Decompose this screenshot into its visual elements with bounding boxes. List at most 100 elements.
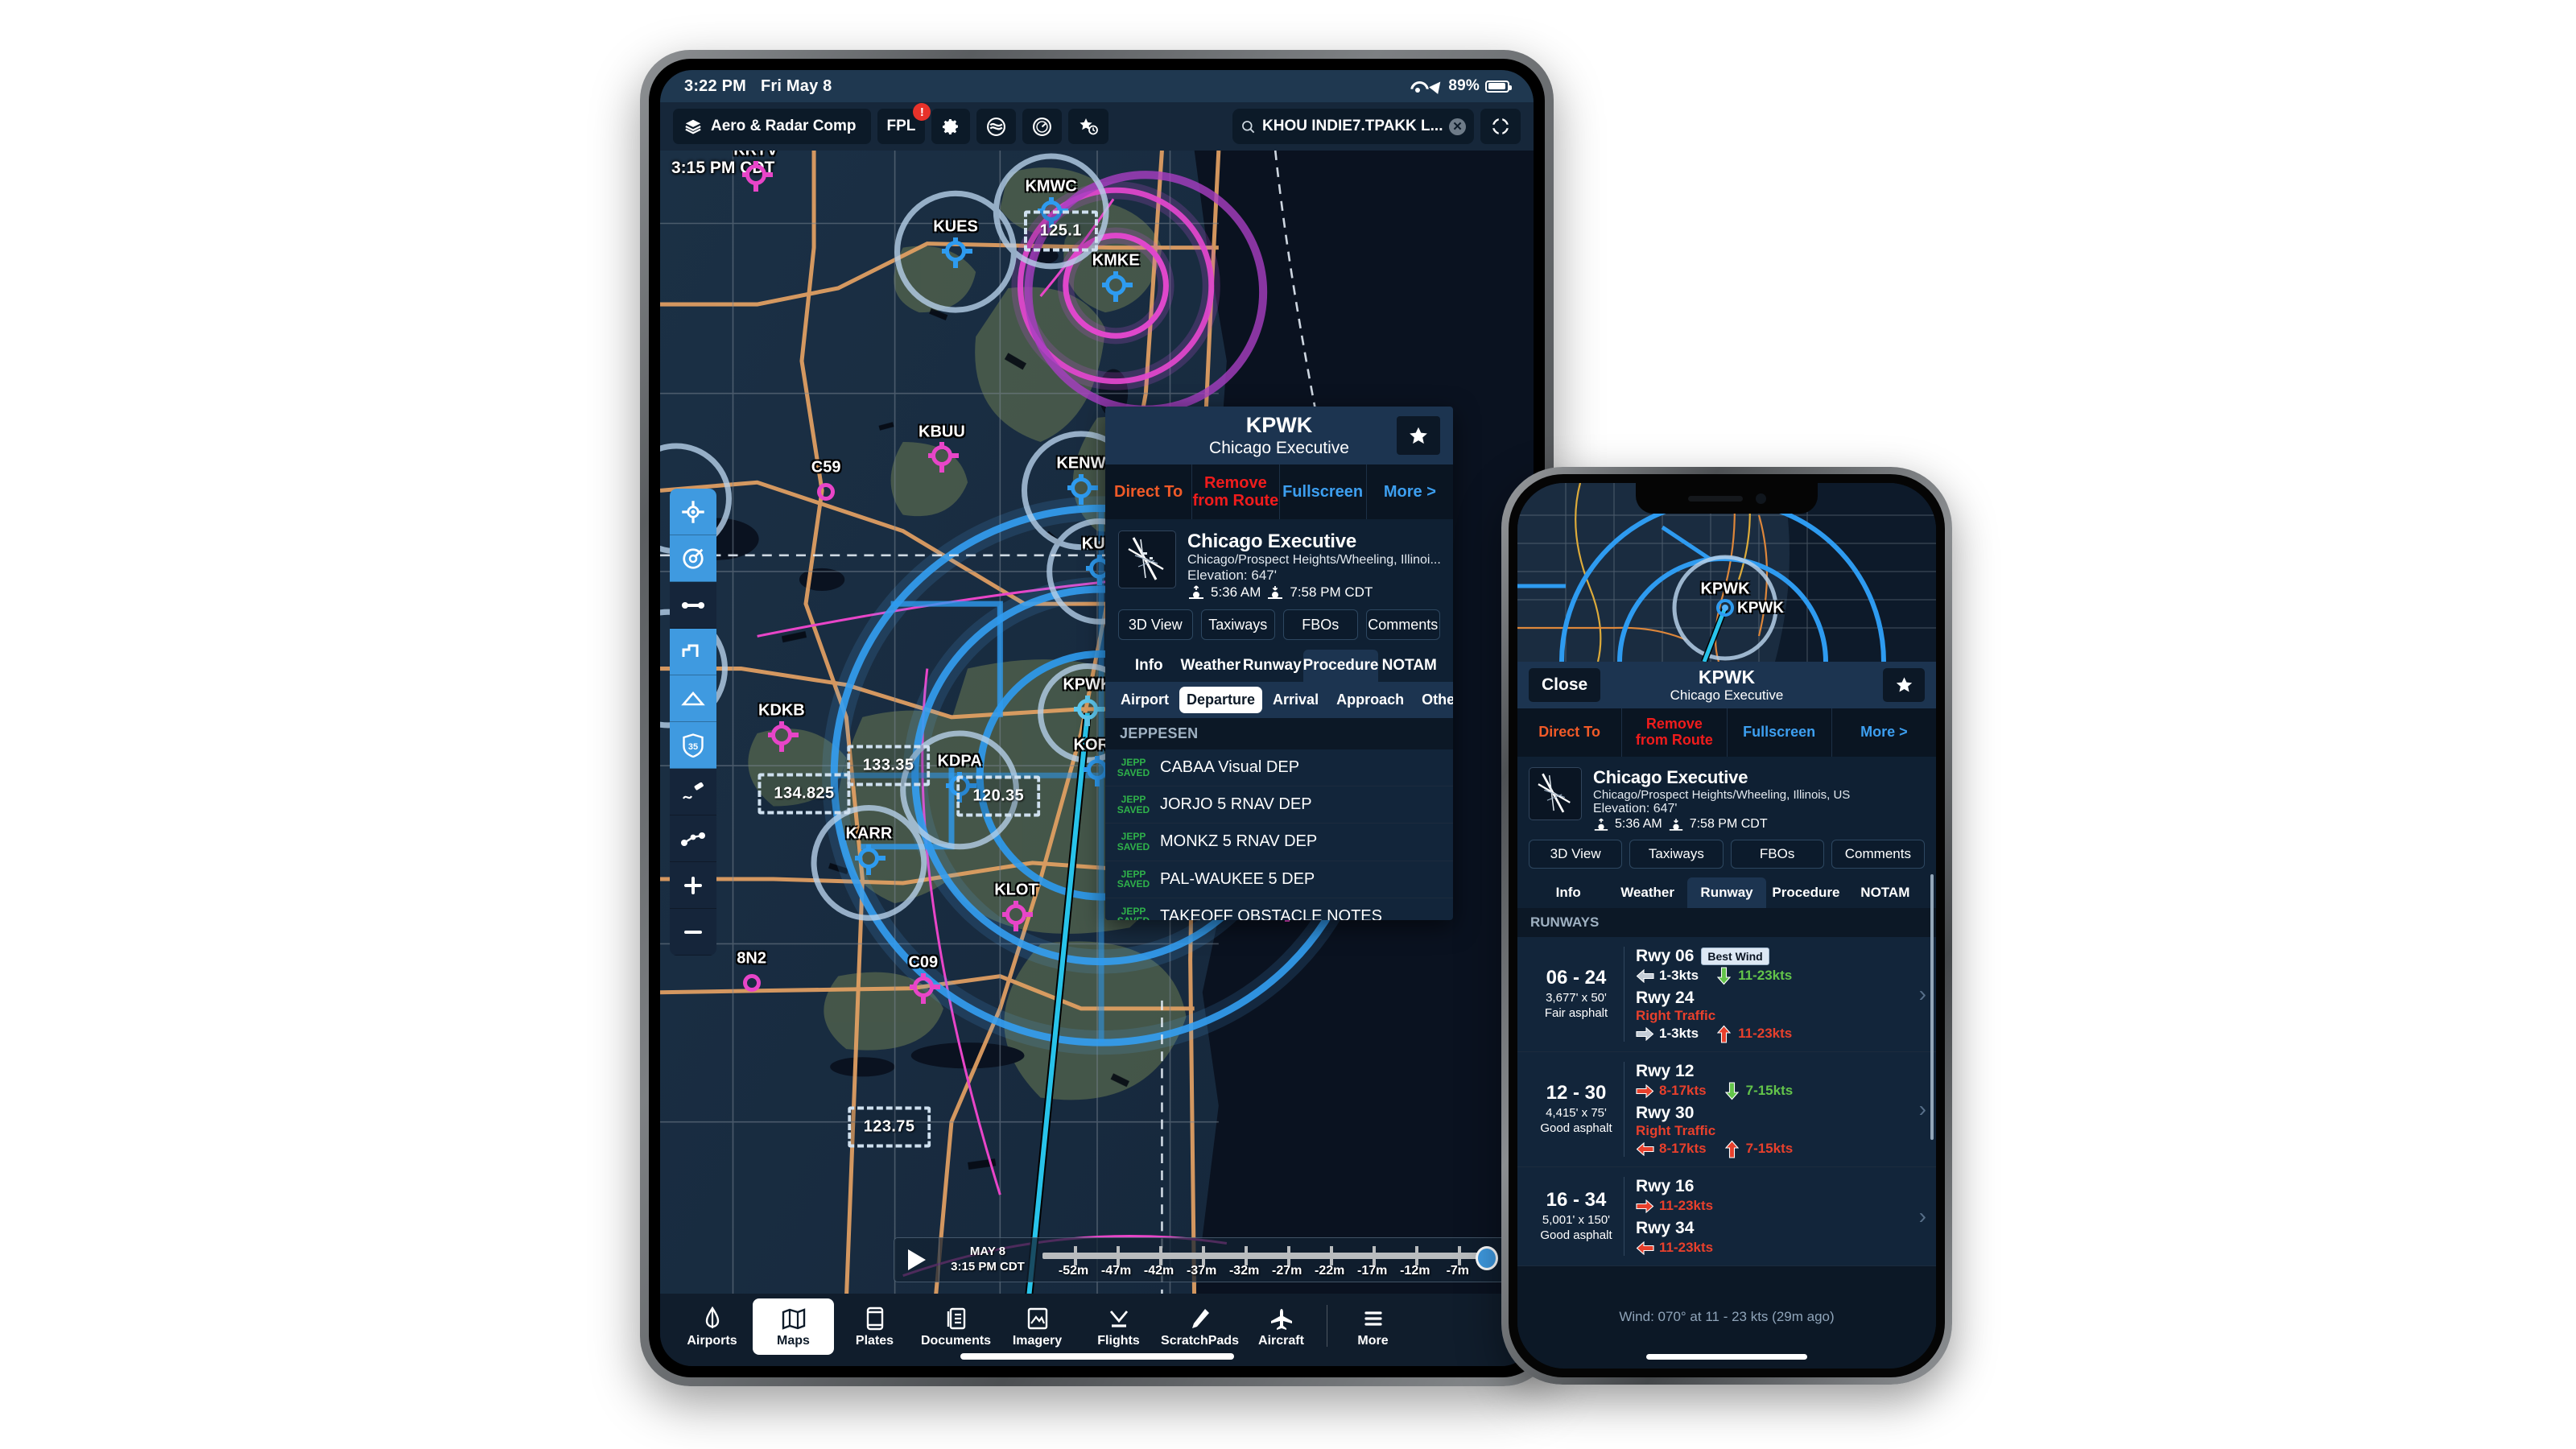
popup-subtab-departure[interactable]: Departure — [1179, 687, 1263, 713]
runway-row[interactable]: 16 - 34 5,001' x 150' Good asphalt Rwy 16 11… — [1517, 1167, 1936, 1266]
popup-action-bar[interactable]: Direct To Remove from Route Fullscreen More… — [1105, 464, 1453, 519]
chip-comments[interactable]: Comments — [1365, 609, 1440, 640]
tab-more[interactable]: More — [1332, 1298, 1414, 1355]
panel-scrollbar[interactable] — [1930, 874, 1934, 1140]
timeline-knob[interactable] — [1476, 1246, 1498, 1270]
tab-documents[interactable]: Documents — [915, 1298, 997, 1355]
popup-tab-bar[interactable]: Info Weather Runway Procedure NOTAM — [1118, 650, 1440, 682]
favorite-star-button[interactable] — [1397, 416, 1440, 455]
popup-subtab-approach[interactable]: Approach — [1329, 687, 1411, 713]
airport-marker[interactable] — [817, 483, 836, 502]
search-input[interactable]: KHOU INDIE7.TPAKK L... ✕ — [1232, 109, 1474, 144]
popup-tab-notam[interactable]: NOTAM — [1846, 877, 1925, 908]
airport-diagram-thumbnail[interactable] — [1118, 530, 1176, 588]
popup-tab-runway[interactable]: Runway — [1686, 877, 1767, 908]
tab-maps[interactable]: Maps — [753, 1298, 834, 1355]
popup-subtab-bar[interactable]: AirportDepartureArrivalApproachOther — [1105, 682, 1453, 718]
center-on-location-button[interactable] — [1480, 109, 1521, 144]
procedure-row[interactable]: JEPP SAVED JORJO 5 RNAV DEP — [1105, 786, 1453, 824]
airport-marker[interactable] — [909, 972, 934, 997]
airport-marker[interactable] — [742, 973, 761, 992]
popup-tab-procedure[interactable]: Procedure — [1302, 650, 1379, 682]
procedure-list[interactable]: JEPP SAVED CABAA Visual DEP JEPP SAVED JORJ… — [1105, 749, 1453, 920]
iphone-quick-chips[interactable]: 3D View Taxiways FBOs Comments — [1529, 840, 1925, 869]
action-fullscreen[interactable]: Fullscreen — [1728, 708, 1832, 757]
popup-tab-weather[interactable]: Weather — [1608, 877, 1686, 908]
procedure-row[interactable]: JEPP SAVED CABAA Visual DEP — [1105, 749, 1453, 787]
target-icon-button[interactable] — [670, 535, 716, 582]
tab-airports[interactable]: Airports — [671, 1298, 753, 1355]
action-fullscreen[interactable]: Fullscreen — [1280, 464, 1367, 519]
popup-subtab-airport[interactable]: Airport — [1113, 687, 1176, 713]
airport-marker[interactable] — [942, 237, 967, 262]
runway-row[interactable]: 06 - 24 3,677' x 50' Fair asphalt Rwy 06 Bes… — [1517, 937, 1936, 1052]
action-direct-to[interactable]: Direct To — [1105, 464, 1193, 519]
popup-quick-chips[interactable]: 3D View Taxiways FBOs Comments — [1118, 609, 1440, 640]
timeline-track[interactable]: -52m -47m -42m -37m -32m -27m -22m -17m -12m -7m — [1036, 1238, 1505, 1282]
airport-marker[interactable] — [1002, 900, 1027, 925]
airport-marker[interactable] — [741, 160, 766, 185]
zoom-in-button[interactable] — [670, 862, 716, 909]
airport-marker[interactable] — [767, 720, 792, 745]
route-nodes-icon-button[interactable] — [670, 815, 716, 862]
highway-35-icon-button[interactable]: 35 — [670, 722, 716, 769]
iphone-favorite-star-button[interactable] — [1883, 668, 1925, 702]
chip-comments[interactable]: Comments — [1831, 840, 1925, 869]
profile-icon-button[interactable] — [670, 629, 716, 675]
action-more[interactable]: More > — [1832, 708, 1936, 757]
procedure-row[interactable]: JEPP SAVED TAKEOFF OBSTACLE NOTES — [1105, 898, 1453, 920]
airport-marker[interactable] — [1102, 270, 1127, 295]
airport-detail-popup[interactable]: KPWK Chicago Executive Direct To Remove f… — [1105, 407, 1453, 920]
action-remove-from-route[interactable]: Remove from Route — [1622, 708, 1728, 757]
popup-subtab-arrival[interactable]: Arrival — [1265, 687, 1326, 713]
popup-tab-info[interactable]: Info — [1529, 877, 1608, 908]
chip-fbos[interactable]: FBOs — [1283, 609, 1358, 640]
airport-marker[interactable] — [1073, 696, 1098, 720]
flight-plan-button[interactable]: FPL ! — [877, 103, 931, 144]
action-direct-to[interactable]: Direct To — [1517, 708, 1623, 757]
tab-imagery[interactable]: Imagery — [997, 1298, 1078, 1355]
airport-marker[interactable] — [927, 442, 952, 467]
runway-list[interactable]: 06 - 24 3,677' x 50' Fair asphalt Rwy 06 Bes… — [1517, 937, 1936, 1266]
terrain-icon-button[interactable] — [670, 675, 716, 722]
airport-marker[interactable] — [855, 844, 880, 869]
map-layers-button[interactable]: Aero & Radar Comp — [673, 109, 871, 144]
popup-tab-info[interactable]: Info — [1118, 650, 1180, 682]
pencil-icon-button[interactable] — [670, 769, 716, 815]
procedure-row[interactable]: JEPP SAVED MONKZ 5 RNAV DEP — [1105, 824, 1453, 861]
runway-row[interactable]: 12 - 30 4,415' x 75' Good asphalt Rwy 12 8-1… — [1517, 1052, 1936, 1167]
chip-fbos[interactable]: FBOs — [1730, 840, 1824, 869]
tab-aircraft[interactable]: Aircraft — [1241, 1298, 1322, 1355]
radar-timeline[interactable]: MAY 8 3:15 PM CDT -52m -47m -42m -37m -32m -2… — [894, 1237, 1505, 1282]
scratchpad-button[interactable] — [976, 109, 1017, 144]
tab-flights[interactable]: Flights — [1078, 1298, 1159, 1355]
instruments-button[interactable] — [1022, 109, 1063, 144]
zoom-out-button[interactable] — [670, 909, 716, 956]
favorites-recent-button[interactable] — [1068, 109, 1109, 144]
popup-tab-notam[interactable]: NOTAM — [1378, 650, 1440, 682]
procedure-row[interactable]: JEPP SAVED PAL-WAUKEE 5 DEP — [1105, 861, 1453, 898]
action-more[interactable]: More > — [1367, 464, 1453, 519]
settings-button[interactable] — [931, 109, 971, 144]
clear-search-button[interactable]: ✕ — [1449, 118, 1466, 135]
chip-taxiways[interactable]: Taxiways — [1629, 840, 1724, 869]
popup-subtab-other[interactable]: Other — [1414, 687, 1453, 713]
timeline-play-button[interactable] — [894, 1238, 939, 1282]
tab-scratchpads[interactable]: ScratchPads — [1159, 1298, 1241, 1355]
ruler-icon-button[interactable] — [670, 582, 716, 629]
iphone-airport-diagram-thumbnail[interactable] — [1529, 767, 1582, 820]
map-tool-rail[interactable]: 35 — [670, 489, 716, 956]
airport-marker[interactable] — [1067, 474, 1092, 499]
iphone-tab-bar[interactable]: Info Weather Runway Procedure NOTAM — [1529, 877, 1925, 908]
tab-plates[interactable]: Plates — [834, 1298, 915, 1355]
chip-taxiways[interactable]: Taxiways — [1200, 609, 1275, 640]
own-ship-icon-button[interactable] — [670, 489, 716, 535]
chip-3d-view[interactable]: 3D View — [1118, 609, 1193, 640]
action-remove-from-route[interactable]: Remove from Route — [1192, 464, 1280, 519]
close-button[interactable]: Close — [1529, 668, 1601, 702]
popup-tab-runway[interactable]: Runway — [1241, 650, 1303, 682]
iphone-action-bar[interactable]: Direct To Remove from Route Fullscreen More… — [1517, 708, 1936, 757]
popup-tab-weather[interactable]: Weather — [1180, 650, 1242, 682]
chip-3d-view[interactable]: 3D View — [1529, 840, 1623, 869]
popup-tab-procedure[interactable]: Procedure — [1766, 877, 1845, 908]
